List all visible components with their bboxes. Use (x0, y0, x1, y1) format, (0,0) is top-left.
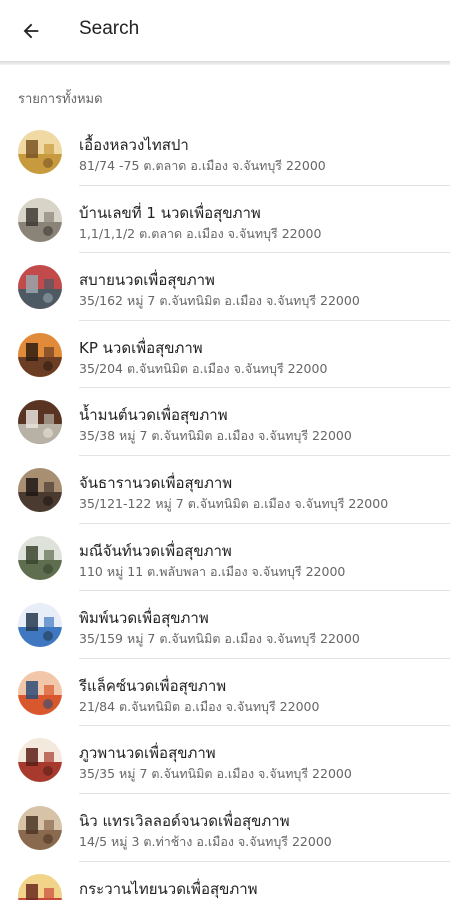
place-photo-icon (18, 670, 62, 715)
place-name: เอื้องหลวงไทสปา (79, 136, 189, 154)
place-thumbnail (18, 400, 62, 445)
arrow-left-icon (23, 23, 39, 39)
place-thumbnail (18, 467, 62, 512)
place-address: 21/84 ต.จันทนิมิต อ.เมือง จ.จันทบุรี 220… (79, 698, 320, 714)
list-item[interactable]: รีแล็คซ์นวดเพื่อสุขภาพ 21/84 ต.จันทนิมิต … (0, 659, 450, 727)
place-name: จันธารานวดเพื่อสุขภาพ (79, 473, 233, 492)
place-thumbnail (18, 265, 62, 310)
place-name: กระวานไทยนวดเพื่อสุขภาพ (79, 879, 258, 898)
place-thumbnail (18, 130, 62, 174)
page-title: Search (79, 18, 140, 39)
place-photo-icon (18, 467, 62, 512)
list-item[interactable]: ภูวพานวดเพื่อสุขภาพ 35/35 หมู่ 7 ต.จันทนิ… (0, 726, 450, 794)
place-name: รีแล็คซ์นวดเพื่อสุขภาพ (79, 676, 227, 695)
place-photo-icon (18, 603, 62, 648)
place-address: 35/159 หมู่ 7 ต.จันทนิมิต อ.เมือง จ.จันท… (79, 631, 360, 647)
place-thumbnail (18, 805, 62, 850)
place-name: มณีจันท์นวดเพื่อสุขภาพ (79, 541, 232, 560)
place-address: 35/35 หมู่ 7 ต.จันทนิมิต อ.เมือง จ.จันทบ… (79, 766, 352, 782)
section-label: รายการทั้งหมด (18, 92, 103, 107)
place-name: สบายนวดเพื่อสุขภาพ (79, 271, 215, 290)
list-item[interactable]: บ้านเลขที่ 1 นวดเพื่อสุขภาพ 1,1/1,1/2 ต.ต… (0, 186, 450, 254)
place-address: 35/121-122 หมู่ 7 ต.จันทนิมิต อ.เมือง จ.… (79, 495, 389, 511)
list-item[interactable]: จันธารานวดเพื่อสุขภาพ 35/121-122 หมู่ 7 ต… (0, 456, 450, 524)
results-list: เอื้องหลวงไทสปา 81/74 -75 ต.ตลาด อ.เมือง … (0, 118, 450, 900)
place-thumbnail (18, 535, 62, 580)
place-photo-icon (18, 535, 62, 580)
place-photo-icon (18, 400, 62, 445)
place-photo-icon (18, 197, 62, 242)
place-thumbnail (18, 873, 62, 900)
place-thumbnail (18, 332, 62, 377)
place-name: นิว แทรเวิลลอด์จนวดเพื่อสุขภาพ (79, 811, 290, 830)
place-address: 1,1/1,1/2 ต.ตลาด อ.เมือง จ.จันทบุรี 2200… (79, 225, 322, 241)
list-item[interactable]: สบายนวดเพื่อสุขภาพ 35/162 หมู่ 7 ต.จันทนิ… (0, 253, 450, 321)
place-name: KP นวดเพื่อสุขภาพ (79, 338, 203, 357)
list-item[interactable]: นิว แทรเวิลลอด์จนวดเพื่อสุขภาพ 14/5 หมู่ … (0, 794, 450, 862)
place-name: ภูวพานวดเพื่อสุขภาพ (79, 744, 216, 763)
list-item[interactable]: พิมพ์นวดเพื่อสุขภาพ 35/159 หมู่ 7 ต.จันทน… (0, 591, 450, 659)
place-address: 35/162 หมู่ 7 ต.จันทนิมิต อ.เมือง จ.จันท… (79, 293, 360, 309)
place-address: 14/5 หมู่ 3 ต.ท่าช้าง อ.เมือง จ.จันทบุรี… (79, 833, 332, 849)
place-thumbnail (18, 738, 62, 783)
app-bar-divider (0, 61, 450, 65)
list-item[interactable]: เอื้องหลวงไทสปา 81/74 -75 ต.ตลาด อ.เมือง … (0, 118, 450, 186)
list-item[interactable]: มณีจันท์นวดเพื่อสุขภาพ 110 หมู่ 11 ต.พลับ… (0, 524, 450, 592)
back-button[interactable] (14, 14, 48, 48)
place-photo-icon (18, 805, 62, 850)
place-photo-icon (18, 130, 62, 174)
place-thumbnail (18, 603, 62, 648)
place-name: พิมพ์นวดเพื่อสุขภาพ (79, 609, 209, 628)
place-photo-icon (18, 332, 62, 377)
place-photo-icon (18, 738, 62, 783)
place-photo-icon (18, 265, 62, 310)
list-item[interactable]: น้ำมนต์นวดเพื่อสุขภาพ 35/38 หมู่ 7 ต.จันท… (0, 388, 450, 456)
place-address: 81/74 -75 ต.ตลาด อ.เมือง จ.จันทบุรี 2200… (79, 158, 326, 173)
list-item[interactable]: กระวานไทยนวดเพื่อสุขภาพ (0, 862, 450, 900)
place-thumbnail (18, 197, 62, 242)
place-address: 35/204 ต.จันทนิมิต อ.เมือง จ.จันทบุรี 22… (79, 360, 328, 376)
place-address: 110 หมู่ 11 ต.พลับพลา อ.เมือง จ.จันทบุรี… (79, 563, 346, 579)
place-name: บ้านเลขที่ 1 นวดเพื่อสุขภาพ (79, 203, 261, 222)
place-address: 35/38 หมู่ 7 ต.จันทนิมิต อ.เมือง จ.จันทบ… (79, 428, 352, 444)
place-name: น้ำมนต์นวดเพื่อสุขภาพ (79, 406, 228, 425)
place-thumbnail (18, 670, 62, 715)
app-bar: Search (0, 0, 450, 62)
place-photo-icon (18, 873, 62, 900)
list-item[interactable]: KP นวดเพื่อสุขภาพ 35/204 ต.จันทนิมิต อ.เม… (0, 321, 450, 389)
